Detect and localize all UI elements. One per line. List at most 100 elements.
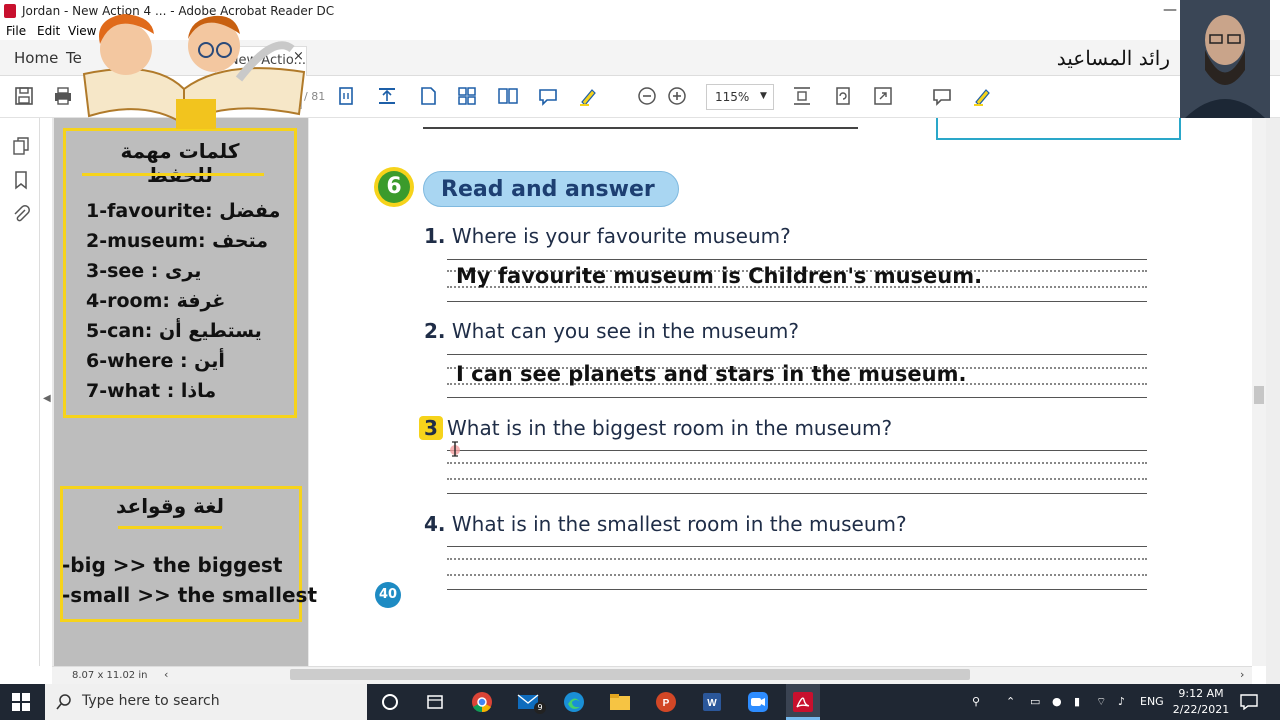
question-text: What is in the smallest room in the muse… [451,512,907,536]
acrobat-icon[interactable] [791,690,815,714]
wifi-icon[interactable]: ⌔ [1096,695,1106,709]
chevron-up-icon[interactable]: ⌃ [1006,695,1015,708]
vocab-item: 3-see : يرى [86,260,202,282]
edge-icon[interactable] [562,690,586,714]
vocabulary-title: كلمات مهمة للحفظ [120,139,240,187]
battery-icon[interactable]: ▮ [1074,695,1080,708]
save-icon[interactable] [12,85,36,109]
clock-date: 2/22/2021 [1172,703,1230,716]
task-view-icon[interactable] [423,690,447,714]
sticky-note-icon[interactable] [930,85,954,109]
answer-text: I can see planets and stars in the museu… [456,362,967,386]
highlight-pen-icon[interactable] [576,85,600,109]
vocab-item: 2-museum: متحف [86,230,269,252]
windows-taskbar: Type here to search 9 P W ⚲ ⌃ ▭ ● ▮ ⌔ ♪ … [0,684,1280,720]
question-text: What is in the biggest room in the museu… [447,416,893,440]
dotted-line [447,462,1147,464]
author-name: رائد المساعيد [1056,46,1170,70]
chevron-down-icon: ▼ [760,91,767,101]
question-number: 1. [424,224,446,248]
page-size-label: 8.07 x 11.02 in [72,670,148,681]
answer-line [447,301,1147,302]
dotted-line [447,574,1147,576]
vertical-scroll-thumb[interactable] [1254,386,1264,404]
file-explorer-icon[interactable] [608,690,632,714]
vocab-item: 1-favourite: مفضل [86,200,281,222]
menu-edit[interactable]: Edit [37,24,60,38]
zoom-out-icon[interactable] [635,85,659,109]
horizontal-scroll-thumb[interactable] [290,669,970,680]
question-number: 4. [424,512,446,536]
answer-line [447,397,1147,398]
highlight-tool-icon[interactable] [970,85,994,109]
grammar-item: -big >> the biggest [62,553,283,577]
word-icon[interactable]: W [700,690,724,714]
question-text: What can you see in the museum? [451,319,799,343]
text-cursor-icon [450,441,460,457]
menu-file[interactable]: File [6,24,26,38]
presenter-webcam [1180,0,1270,118]
question-number: 2. [424,319,446,343]
question-4: 4. What is in the smallest room in the m… [424,512,907,536]
system-clock[interactable]: 9:12 AM 2/22/2021 [1170,686,1232,718]
zoom-app-icon[interactable] [746,690,770,714]
page-thumbnails-icon[interactable] [11,136,31,156]
page-number-badge: 40 [375,582,401,608]
collapse-pane-arrow[interactable]: ◀ [43,393,51,404]
two-page-icon[interactable] [496,85,520,109]
clock-time: 9:12 AM [1178,687,1224,700]
network-icon[interactable]: ▭ [1030,695,1040,708]
grammar-item: -small >> the smallest [62,583,317,607]
scroll-right-arrow[interactable]: › [1240,668,1244,681]
svg-text:P: P [663,698,670,709]
kids-reading-illustration [82,14,306,129]
windows-start-icon[interactable] [12,693,30,711]
attachment-icon[interactable] [11,204,31,224]
search-placeholder: Type here to search [82,693,220,709]
image-frame [936,118,1181,140]
vocab-item: 4-room: غرفة [86,290,226,312]
section-number: 6 [378,171,410,203]
full-screen-icon[interactable] [871,85,895,109]
tab-home[interactable]: Home [14,49,58,67]
acrobat-app-icon [4,4,16,18]
fit-width-icon[interactable] [375,85,399,109]
scroll-left-arrow[interactable]: ‹ [164,668,168,681]
page-icon[interactable] [416,85,440,109]
minimize-button[interactable]: — [1163,2,1177,18]
search-icon [56,694,71,710]
cortana-icon[interactable] [378,690,402,714]
question-text: Where is your favourite museum? [451,224,791,248]
navigation-pane [0,118,40,666]
answer-line [447,546,1147,547]
zoom-in-icon[interactable] [665,85,689,109]
mail-badge: 9 [534,702,546,714]
language-indicator[interactable]: ENG [1140,695,1164,708]
answer-line [447,354,1147,355]
volume-icon[interactable]: ♪ [1118,695,1125,708]
rotate-icon[interactable] [831,85,855,109]
grammar-underline [118,526,222,529]
vocab-item: 6-where : أين [86,350,225,372]
powerpoint-icon[interactable]: P [654,690,678,714]
chrome-icon[interactable] [470,690,494,714]
fit-height-icon[interactable] [790,85,814,109]
comment-icon[interactable] [536,85,560,109]
people-icon[interactable]: ⚲ [972,695,980,708]
bookmark-icon[interactable] [11,170,31,190]
notifications-icon[interactable] [1240,694,1258,710]
answer-line [447,589,1147,590]
fit-page-icon[interactable] [334,85,358,109]
answer-text: My favourite museum is Children's museum… [456,264,983,288]
right-pane-collapsed[interactable] [1266,118,1280,684]
answer-line [447,259,1147,260]
section-title: Read and answer [423,171,679,207]
question-2: 2. What can you see in the museum? [424,319,799,343]
vocab-item: 7-what : ماذا [86,380,217,402]
svg-text:W: W [707,698,717,709]
dotted-line [447,478,1147,480]
microphone-icon[interactable]: ● [1052,695,1062,708]
question-number-highlighted: 3 [419,416,443,440]
scroll-mode-icon[interactable] [455,85,479,109]
question-1: 1. Where is your favourite museum? [424,224,791,248]
